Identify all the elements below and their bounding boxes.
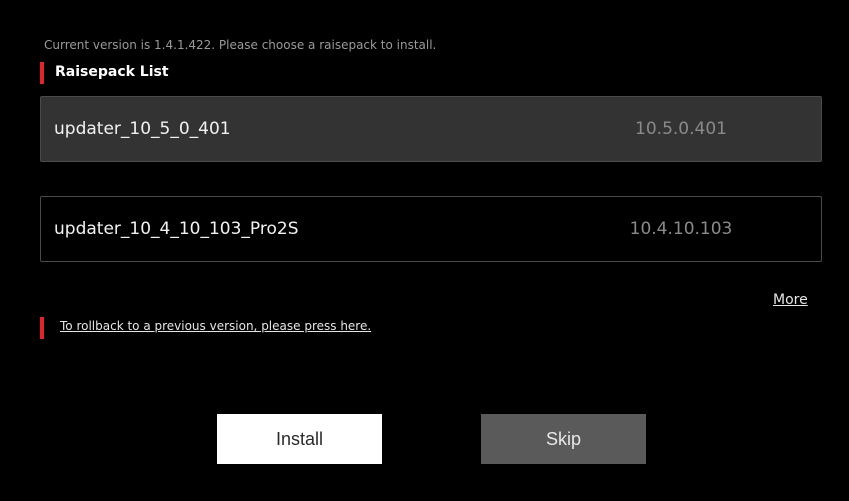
rollback-accent-bar — [40, 317, 44, 339]
skip-button[interactable]: Skip — [481, 414, 646, 464]
raisepack-version: 10.4.10.103 — [629, 219, 733, 239]
current-version-text: Current version is 1.4.1.422. Please cho… — [44, 38, 437, 52]
raisepack-item-selected[interactable]: updater_10_5_0_401 10.5.0.401 — [40, 96, 822, 162]
install-button[interactable]: Install — [217, 414, 382, 464]
raisepack-list-title: Raisepack List — [55, 64, 169, 80]
raisepack-name: updater_10_4_10_103_Pro2S — [54, 219, 299, 239]
raisepack-version: 10.5.0.401 — [635, 119, 727, 139]
section-accent-bar — [40, 62, 44, 84]
raisepack-name: updater_10_5_0_401 — [54, 119, 231, 139]
rollback-link[interactable]: To rollback to a previous version, pleas… — [60, 319, 371, 333]
updater-screen: Current version is 1.4.1.422. Please cho… — [0, 0, 849, 501]
more-link[interactable]: More — [773, 292, 808, 308]
raisepack-item[interactable]: updater_10_4_10_103_Pro2S 10.4.10.103 — [40, 196, 822, 262]
